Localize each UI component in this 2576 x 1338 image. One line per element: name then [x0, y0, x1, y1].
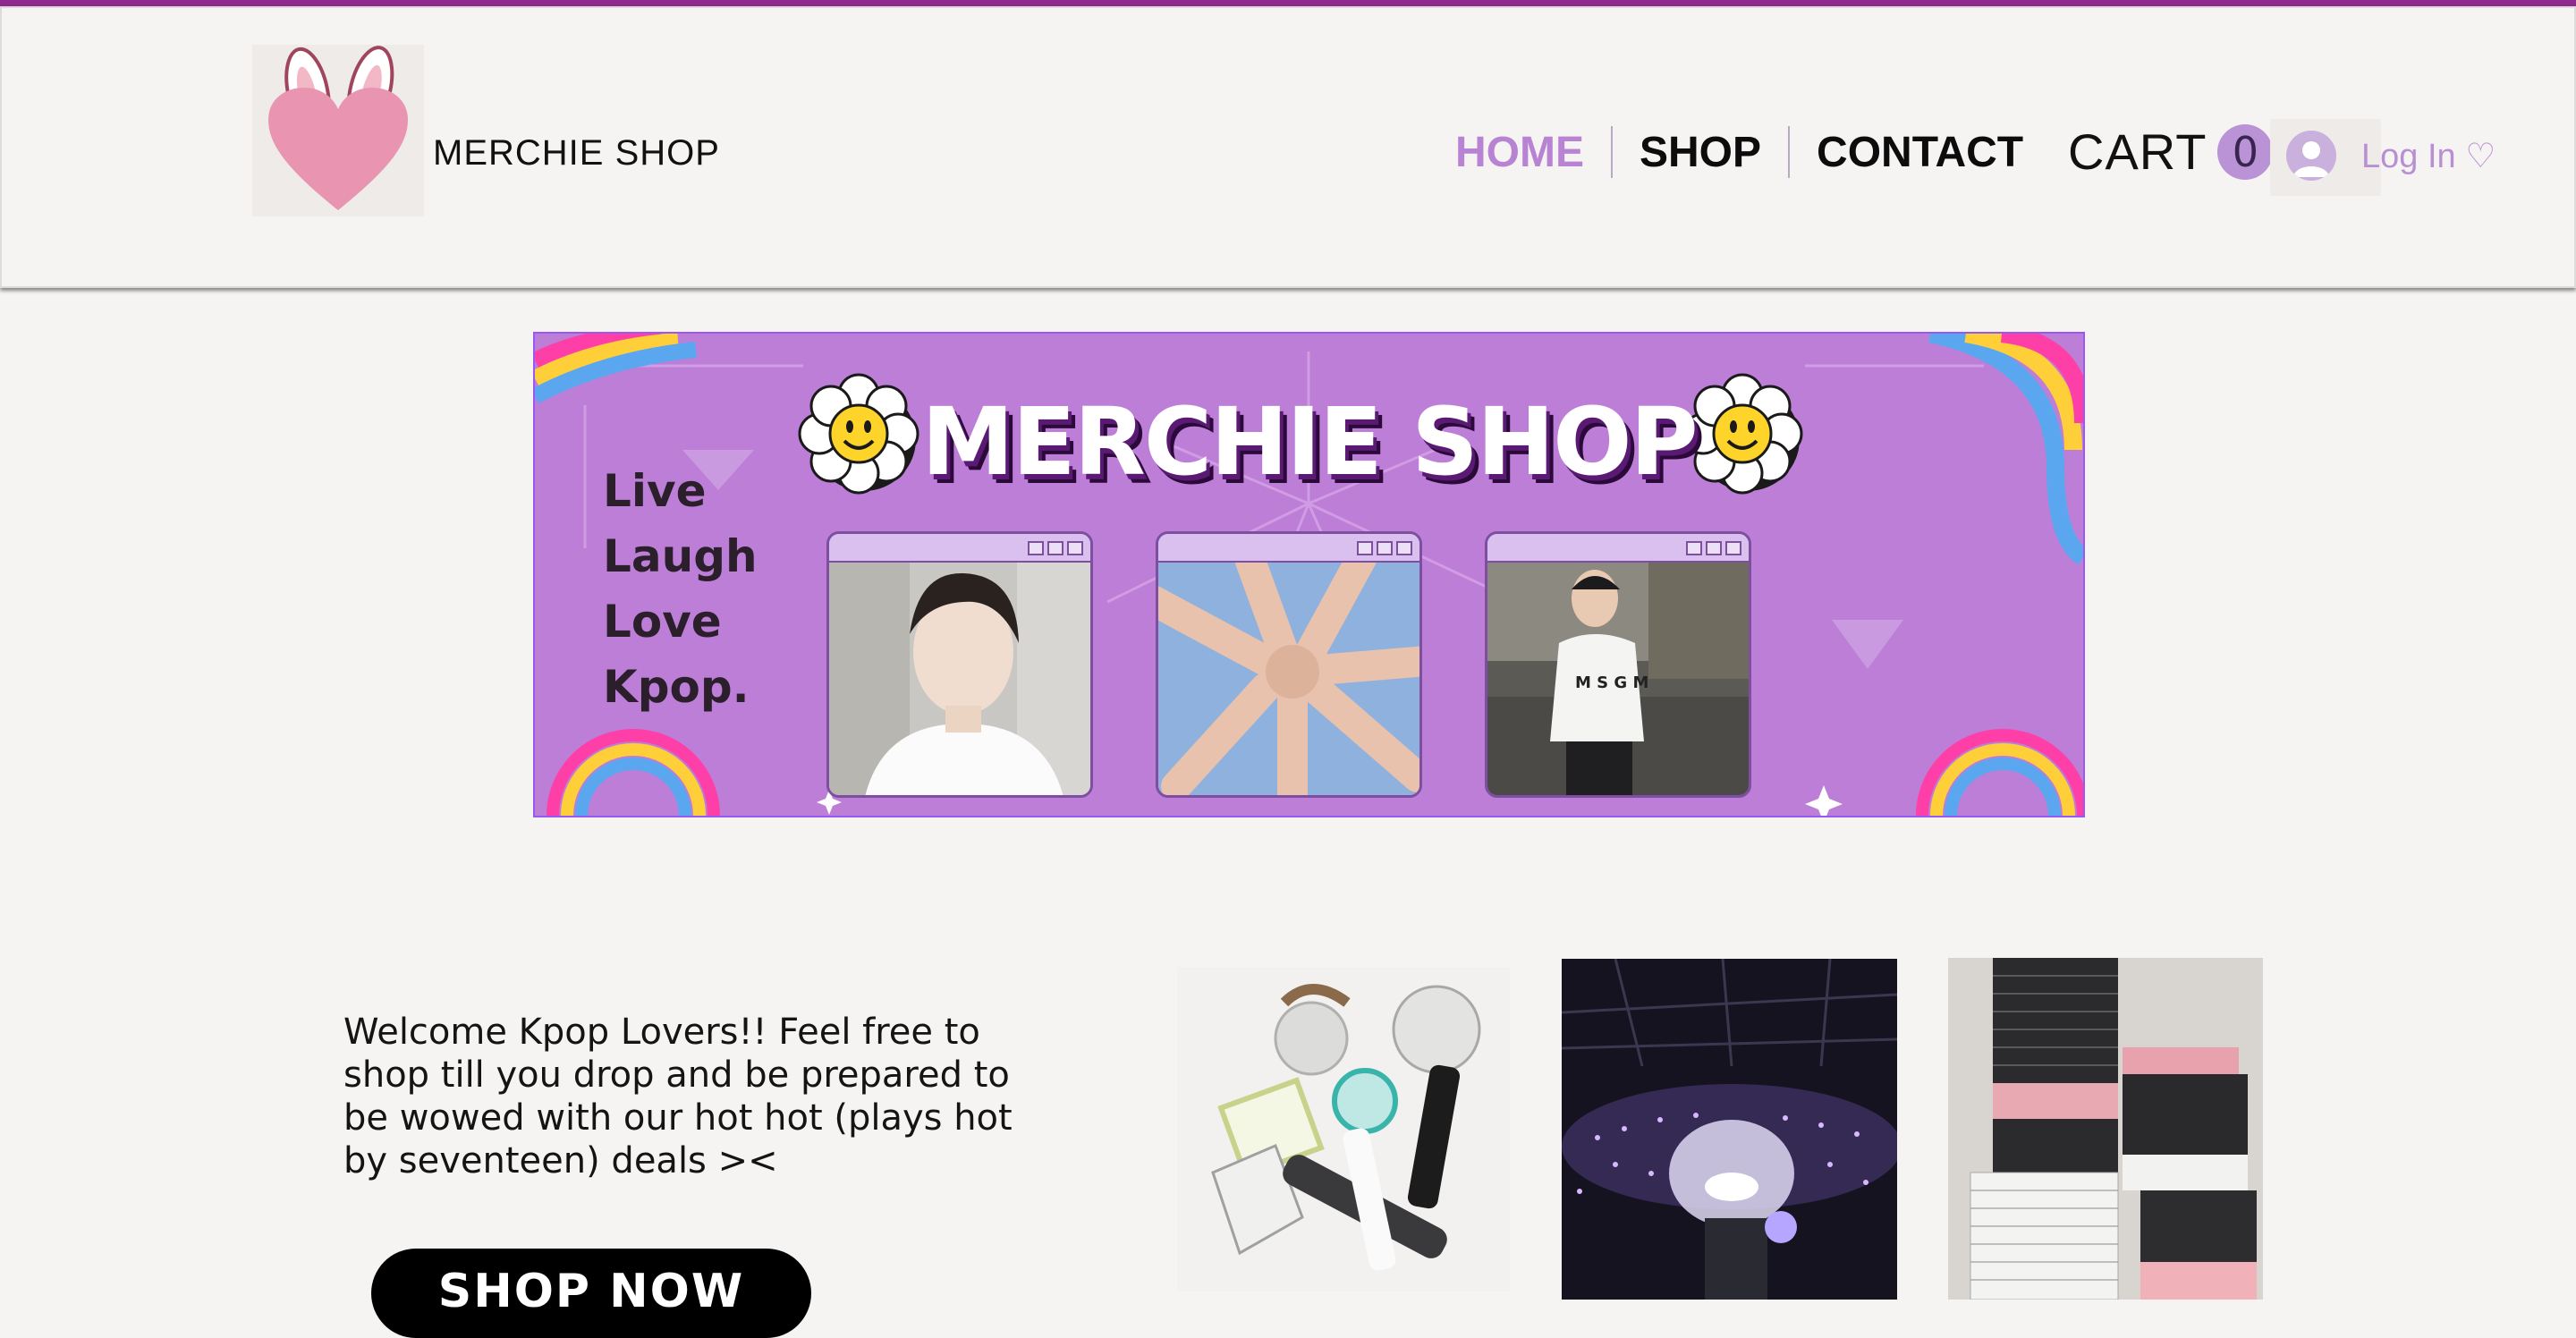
lightsticks-image — [1177, 967, 1510, 1291]
cart-count-badge: 0 — [2217, 123, 2274, 180]
cart-label: CART — [2068, 123, 2207, 180]
nav-shop[interactable]: SHOP — [1613, 128, 1788, 177]
logo[interactable] — [252, 45, 424, 216]
banner-photo-window-1 — [826, 531, 1093, 798]
tagline-line: Love — [603, 596, 722, 648]
nav-home[interactable]: HOME — [1428, 128, 1611, 177]
nav-contact[interactable]: CONTACT — [1790, 128, 2050, 177]
tagline-line: Kpop. — [603, 661, 750, 713]
product-photo-concert[interactable] — [1562, 959, 1897, 1300]
shop-now-button[interactable]: SHOP NOW — [371, 1249, 811, 1338]
album-stack-image — [1948, 958, 2263, 1300]
product-photo-albums[interactable] — [1948, 958, 2263, 1300]
product-photo-lightsticks[interactable] — [1177, 967, 1510, 1291]
main-nav: HOME SHOP CONTACT — [1428, 121, 2050, 183]
tagline-line: Laugh — [603, 530, 758, 582]
bunny-heart-logo-icon — [268, 46, 408, 210]
concert-lightstick-image — [1562, 959, 1897, 1300]
hero-banner: MERCHIE SHOP Live Laugh Love Kpop. M S G… — [533, 332, 2085, 817]
site-header: MERCHIE SHOP HOME SHOP CONTACT CART 0 Lo… — [0, 6, 2576, 288]
top-accent-line — [0, 0, 2576, 6]
banner-photo-window-2 — [1156, 531, 1422, 798]
banner-title: MERCHIE SHOP — [921, 387, 1699, 496]
banner-tagline: Live Laugh Love Kpop. — [603, 459, 758, 720]
user-silhouette-icon — [2293, 141, 2329, 177]
login-link[interactable]: Log In ♡ — [2361, 136, 2496, 176]
user-avatar-icon[interactable] — [2286, 131, 2336, 181]
svg-text:M S G M: M S G M — [1575, 673, 1648, 692]
tagline-line: Live — [603, 465, 707, 517]
idol-portrait-photo — [829, 563, 1090, 795]
welcome-text: Welcome Kpop Lovers!! Feel free to shop … — [343, 1012, 1013, 1181]
cart-button[interactable]: CART 0 — [2068, 123, 2274, 181]
brand-name[interactable]: MERCHIE SHOP — [433, 133, 720, 174]
banner-photo-window-3: M S G M — [1485, 531, 1751, 798]
hands-together-photo — [1158, 563, 1419, 795]
idol-outdoor-photo: M S G M — [1487, 563, 1749, 795]
